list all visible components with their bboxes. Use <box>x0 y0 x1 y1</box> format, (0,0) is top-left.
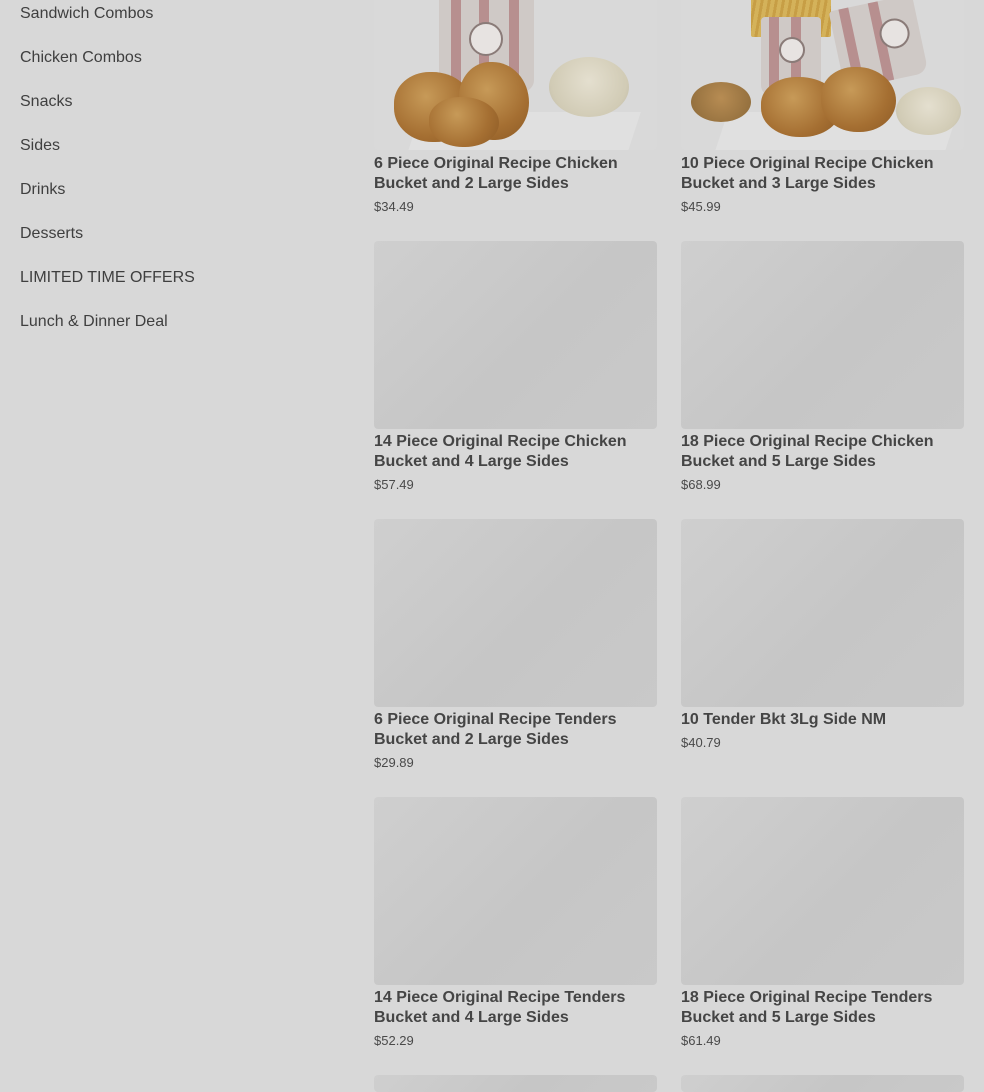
product-image-placeholder[interactable] <box>374 241 657 429</box>
product-image-placeholder[interactable] <box>681 241 964 429</box>
product-title[interactable]: 18 Piece Original Recipe Tenders Bucket … <box>681 988 965 1028</box>
product-image-placeholder[interactable] <box>374 797 657 985</box>
product-image-placeholder[interactable] <box>681 797 964 985</box>
product-title[interactable]: 6 Piece Original Recipe Chicken Bucket a… <box>374 154 658 194</box>
product-image[interactable] <box>374 0 657 150</box>
sidebar-item-chicken-combos[interactable]: Chicken Combos <box>20 49 142 67</box>
sidebar-item-sides[interactable]: Sides <box>20 137 60 155</box>
product-image-placeholder[interactable] <box>681 1075 964 1092</box>
menu-page: Sandwich Combos Chicken Combos Snacks Si… <box>0 0 984 1092</box>
sidebar-item-lunch-dinner-deal[interactable]: Lunch & Dinner Deal <box>20 313 168 331</box>
product-price: $29.89 <box>374 755 414 770</box>
product-title[interactable]: 14 Piece Original Recipe Chicken Bucket … <box>374 432 658 472</box>
sidebar-item-limited-time-offers[interactable]: LIMITED TIME OFFERS <box>20 269 195 287</box>
product-price: $68.99 <box>681 477 721 492</box>
sidebar-item-snacks[interactable]: Snacks <box>20 93 72 111</box>
product-price: $34.49 <box>374 199 414 214</box>
product-price: $61.49 <box>681 1033 721 1048</box>
product-price: $45.99 <box>681 199 721 214</box>
sidebar-item-drinks[interactable]: Drinks <box>20 181 65 199</box>
product-title[interactable]: 10 Piece Original Recipe Chicken Bucket … <box>681 154 965 194</box>
product-title[interactable]: 18 Piece Original Recipe Chicken Bucket … <box>681 432 965 472</box>
product-image-placeholder[interactable] <box>374 519 657 707</box>
product-image-placeholder[interactable] <box>681 519 964 707</box>
product-title[interactable]: 10 Tender Bkt 3Lg Side NM <box>681 710 965 730</box>
sidebar-item-sandwich-combos[interactable]: Sandwich Combos <box>20 5 153 23</box>
product-price: $40.79 <box>681 735 721 750</box>
product-image-placeholder[interactable] <box>374 1075 657 1092</box>
product-price: $57.49 <box>374 477 414 492</box>
product-image[interactable] <box>681 0 964 150</box>
product-title[interactable]: 6 Piece Original Recipe Tenders Bucket a… <box>374 710 658 750</box>
product-title[interactable]: 14 Piece Original Recipe Tenders Bucket … <box>374 988 658 1028</box>
product-price: $52.29 <box>374 1033 414 1048</box>
sidebar-item-desserts[interactable]: Desserts <box>20 225 83 243</box>
